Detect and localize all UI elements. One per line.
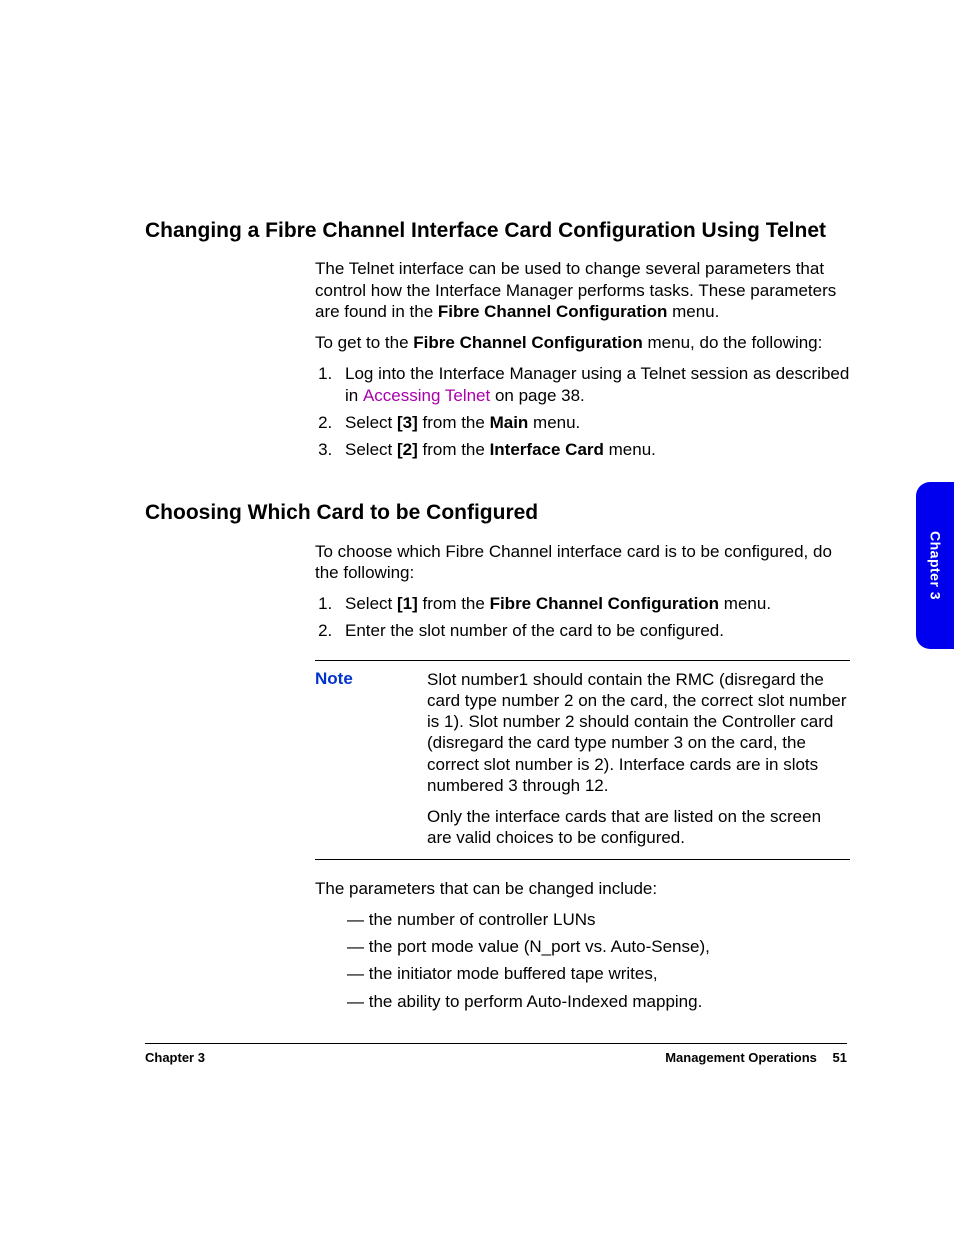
page-number: 51 [833,1050,847,1065]
page: Changing a Fibre Channel Interface Card … [0,0,954,1235]
note-box: Note Slot number1 should contain the RMC… [315,660,850,860]
section1-intro: The Telnet interface can be used to chan… [315,258,850,322]
side-tab-label: Chapter 3 [927,531,944,600]
footer-right: Management Operations 51 [665,1050,847,1066]
text: menu. [667,302,719,321]
section1-body: The Telnet interface can be used to chan… [315,258,850,460]
bullet-list: the number of controller LUNs the port m… [315,909,850,1012]
text: menu, do the following: [643,333,823,352]
text: menu. [604,440,656,459]
chapter-side-tab: Chapter 3 [916,482,954,649]
text: menu. [719,594,771,613]
footer-left: Chapter 3 [145,1050,205,1066]
step-item: Enter the slot number of the card to be … [337,620,850,641]
list-item: the initiator mode buffered tape writes, [347,963,850,984]
bold-text: [1] [397,594,418,613]
section1-steps: Log into the Interface Manager using a T… [315,363,850,460]
after-note-lead: The parameters that can be changed inclu… [315,878,850,899]
step-item: Select [3] from the Main menu. [337,412,850,433]
bold-text: Fibre Channel Configuration [438,302,668,321]
text: Select [345,440,397,459]
text: menu. [528,413,580,432]
text: from the [418,413,490,432]
note-label: Note [315,669,427,689]
text: from the [418,594,490,613]
list-item: the number of controller LUNs [347,909,850,930]
text: on page 38. [490,386,585,405]
bold-text: Main [490,413,529,432]
footer-title: Management Operations [665,1050,817,1065]
text: from the [418,440,490,459]
section1-lead: To get to the Fibre Channel Configuratio… [315,332,850,353]
content-column: Changing a Fibre Channel Interface Card … [145,218,850,1018]
heading-choosing-card: Choosing Which Card to be Configured [145,500,850,526]
text: Enter the slot number of the card to be … [345,621,724,640]
section2-steps: Select [1] from the Fibre Channel Config… [315,593,850,642]
list-item: the port mode value (N_port vs. Auto-Sen… [347,936,850,957]
footer: Chapter 3 Management Operations 51 [145,1050,847,1066]
note-body: Slot number1 should contain the RMC (dis… [427,669,850,849]
list-item: the ability to perform Auto-Indexed mapp… [347,991,850,1012]
step-item: Select [1] from the Fibre Channel Config… [337,593,850,614]
bold-text: Interface Card [490,440,604,459]
footer-rule [145,1043,847,1044]
step-item: Log into the Interface Manager using a T… [337,363,850,406]
spacer [145,468,850,500]
text: Select [345,413,397,432]
bold-text: [3] [397,413,418,432]
text: Select [345,594,397,613]
step-item: Select [2] from the Interface Card menu. [337,439,850,460]
section2-intro: To choose which Fibre Channel interface … [315,541,850,584]
bold-text: Fibre Channel Configuration [490,594,720,613]
text: To get to the [315,333,413,352]
note-paragraph: Slot number1 should contain the RMC (dis… [427,669,850,797]
bold-text: [2] [397,440,418,459]
note-paragraph: Only the interface cards that are listed… [427,806,850,849]
heading-changing-fc-config: Changing a Fibre Channel Interface Card … [145,218,850,244]
bold-text: Fibre Channel Configuration [413,333,643,352]
link-accessing-telnet[interactable]: Accessing Telnet [363,386,490,405]
section2-body: To choose which Fibre Channel interface … [315,541,850,1012]
